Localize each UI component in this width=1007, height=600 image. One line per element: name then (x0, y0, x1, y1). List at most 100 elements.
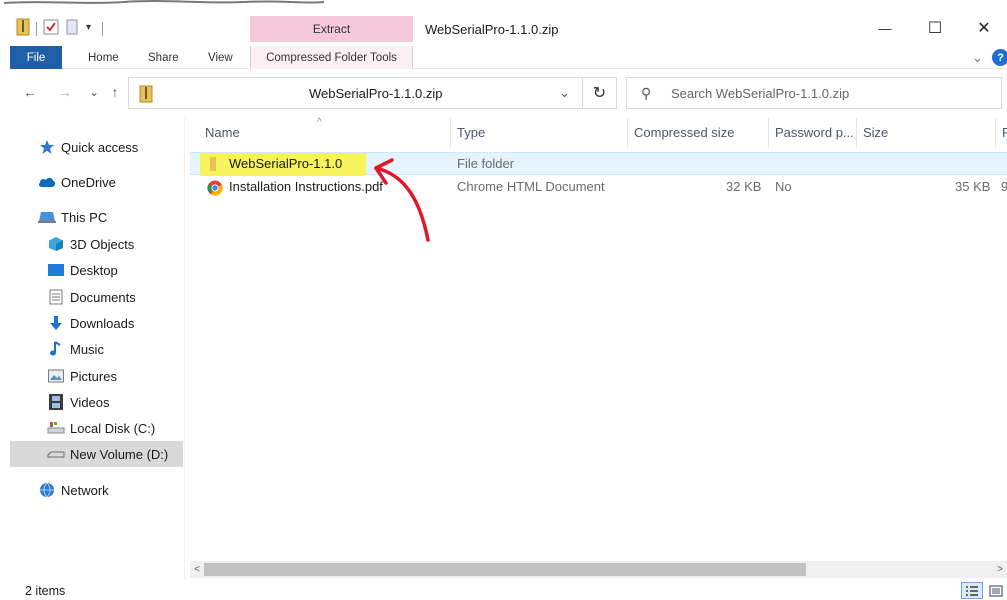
column-divider[interactable] (768, 118, 769, 148)
tab-view[interactable]: View (208, 46, 233, 69)
nav-item-onedrive[interactable]: OneDrive (10, 169, 183, 195)
film-icon (47, 394, 65, 410)
column-divider[interactable] (995, 118, 996, 148)
qat-dropdown-icon[interactable]: ▾ (86, 18, 91, 36)
address-bar[interactable]: WebSerialPro-1.1.0.zip ⌄ (128, 77, 583, 109)
pane-divider[interactable] (184, 118, 185, 580)
window-title: WebSerialPro-1.1.0.zip (425, 22, 559, 37)
file-name: Installation Instructions.pdf (229, 179, 383, 194)
scroll-left-icon[interactable]: < (190, 562, 204, 577)
nav-item-label: This PC (61, 209, 108, 225)
help-icon[interactable]: ? (992, 49, 1007, 66)
refresh-button[interactable]: ↻ (583, 77, 617, 109)
search-input[interactable]: ⚲ Search WebSerialPro-1.1.0.zip (626, 77, 1002, 109)
properties-icon[interactable] (43, 18, 59, 36)
nav-item-3d-objects[interactable]: 3D Objects (10, 231, 183, 257)
file-type: Chrome HTML Document (457, 179, 605, 194)
nav-item-this-pc[interactable]: This PC (10, 204, 183, 230)
nav-item-quick-access[interactable]: Quick access (10, 134, 183, 160)
column-header-password[interactable]: Password p... (775, 120, 854, 144)
tab-share[interactable]: Share (148, 46, 179, 69)
ribbon-expand-icon[interactable]: ⌄ (972, 46, 983, 69)
picture-icon (47, 368, 65, 384)
network-icon (38, 482, 56, 498)
top-edge (0, 0, 1007, 10)
computer-icon (38, 209, 56, 225)
music-icon (47, 341, 65, 357)
file-explorer-window: ▾ Extract WebSerialPro-1.1.0.zip — ☐ ✕ F… (0, 0, 1007, 600)
navigation-pane: Quick access OneDrive This PC 3D Objects… (10, 118, 183, 580)
address-row: ← → ⌄ ↑ WebSerialPro-1.1.0.zip ⌄ ↻ ⚲ Sea… (10, 75, 1007, 111)
nav-item-label: Music (70, 341, 104, 357)
column-divider[interactable] (627, 118, 628, 148)
nav-item-label: 3D Objects (70, 236, 135, 252)
details-view-button[interactable] (961, 582, 983, 599)
nav-item-desktop[interactable]: Desktop (10, 257, 183, 283)
folder-icon (210, 157, 216, 174)
title-bar: ▾ Extract WebSerialPro-1.1.0.zip — ☐ ✕ (10, 10, 1007, 46)
nav-item-label: Videos (70, 394, 110, 410)
column-header-ratio[interactable]: R (1002, 120, 1007, 144)
tab-home[interactable]: Home (88, 46, 119, 69)
recent-locations-button[interactable]: ⌄ (84, 82, 104, 102)
nav-item-label: Documents (70, 289, 136, 305)
column-header-size[interactable]: Size (863, 120, 888, 144)
nav-item-label: Quick access (61, 139, 139, 155)
tab-compressed-folder-tools[interactable]: Compressed Folder Tools (250, 46, 413, 69)
nav-item-local-disk-c[interactable]: Local Disk (C:) (10, 415, 183, 441)
minimize-button[interactable]: — (862, 10, 908, 46)
scroll-right-icon[interactable]: > (993, 562, 1007, 577)
drive-icon (47, 420, 65, 436)
column-header-compressed-size[interactable]: Compressed size (634, 120, 734, 144)
forward-button[interactable]: → (55, 82, 75, 102)
nav-item-music[interactable]: Music (10, 336, 183, 362)
password-protected: No (775, 179, 792, 194)
large-icons-view-button[interactable] (985, 582, 1007, 599)
nav-item-label: Desktop (70, 262, 118, 278)
nav-item-downloads[interactable]: Downloads (10, 310, 183, 336)
column-header-name[interactable]: Name (205, 120, 240, 144)
file-size: 35 KB (955, 179, 991, 194)
horizontal-scrollbar[interactable]: < > (190, 561, 1007, 578)
new-folder-icon[interactable] (66, 18, 78, 36)
nav-item-videos[interactable]: Videos (10, 389, 183, 415)
qat-separator (102, 22, 103, 36)
tab-file[interactable]: File (10, 46, 62, 69)
details-view-icon (966, 585, 978, 596)
maximize-button[interactable]: ☐ (912, 10, 958, 46)
ribbon-tabs: File Home Share View Compressed Folder T… (10, 46, 1007, 69)
column-header-type[interactable]: Type (457, 120, 485, 144)
search-placeholder: Search WebSerialPro-1.1.0.zip (671, 86, 850, 101)
up-button[interactable]: ↑ (105, 82, 125, 102)
sort-ascending-icon: ^ (317, 116, 322, 128)
back-button[interactable]: ← (20, 82, 40, 102)
nav-item-new-volume-d[interactable]: New Volume (D:) (10, 441, 183, 467)
nav-item-label: Pictures (70, 368, 117, 384)
scrollbar-thumb[interactable] (204, 563, 806, 576)
column-divider[interactable] (450, 118, 451, 148)
document-icon (47, 289, 65, 305)
nav-item-label: OneDrive (61, 174, 116, 190)
star-icon (38, 139, 56, 155)
nav-item-documents[interactable]: Documents (10, 284, 183, 310)
nav-item-pictures[interactable]: Pictures (10, 363, 183, 389)
nav-item-network[interactable]: Network (10, 477, 183, 503)
chrome-icon (207, 180, 223, 199)
close-button[interactable]: ✕ (961, 10, 1007, 46)
address-dropdown-icon[interactable]: ⌄ (559, 85, 570, 101)
nav-item-label: Network (61, 482, 109, 498)
extract-context-tab[interactable]: Extract (250, 16, 413, 42)
cube-icon (47, 236, 65, 252)
status-bar: 2 items (10, 580, 1007, 600)
file-list: Name ^ Type Compressed size Password p..… (190, 112, 1007, 560)
desktop-icon (47, 262, 65, 278)
table-row[interactable]: Installation Instructions.pdf Chrome HTM… (190, 176, 1007, 199)
table-row[interactable]: WebSerialPro-1.1.0 File folder (190, 152, 1007, 176)
compressed-size: 32 KB (726, 179, 762, 194)
drive-icon (47, 446, 65, 462)
file-type: File folder (457, 156, 515, 171)
nav-item-label: Local Disk (C:) (70, 420, 156, 436)
download-icon (47, 315, 65, 331)
column-divider[interactable] (856, 118, 857, 148)
nav-item-label: New Volume (D:) (70, 446, 169, 462)
